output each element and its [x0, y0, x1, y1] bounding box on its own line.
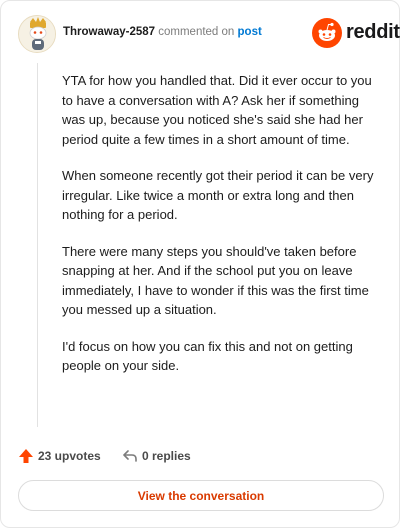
thread-line[interactable] [37, 63, 38, 427]
snoo-avatar-icon [19, 16, 55, 52]
comment-body: YTA for how you handled that. Did it eve… [62, 71, 382, 393]
comment-paragraph: When someone recently got their period i… [62, 168, 374, 222]
view-conversation-button[interactable]: View the conversation [18, 480, 384, 511]
username[interactable]: Throwaway-2587 [63, 26, 155, 38]
comment-meta: Throwaway-2587 commented on post [63, 26, 262, 38]
brand-name: reddit [346, 21, 400, 43]
reply-button[interactable]: 0 replies [122, 444, 191, 468]
comment-paragraph: YTA for how you handled that. Did it eve… [62, 73, 372, 147]
reply-count: 0 replies [142, 449, 191, 463]
action-text: commented on [158, 26, 235, 38]
post-link[interactable]: post [238, 26, 262, 38]
upvote-button[interactable]: 23 upvotes [18, 444, 101, 468]
reply-arrow-icon [123, 450, 137, 462]
user-avatar[interactable] [18, 15, 56, 53]
upvote-arrow-icon [19, 449, 33, 463]
comment-paragraph: There were many steps you should've take… [62, 243, 369, 318]
reddit-logo-icon [312, 18, 342, 48]
comment-actions: 23 upvotes 0 replies [18, 444, 378, 468]
upvote-count: 23 upvotes [38, 449, 101, 463]
comment-header: Throwaway-2587 commented on post reddit [18, 15, 400, 55]
comment-paragraph: I'd focus on how you can fix this and no… [62, 338, 353, 374]
reddit-brand[interactable]: reddit [312, 18, 400, 48]
comment-card: Throwaway-2587 commented on post reddit … [0, 0, 400, 528]
